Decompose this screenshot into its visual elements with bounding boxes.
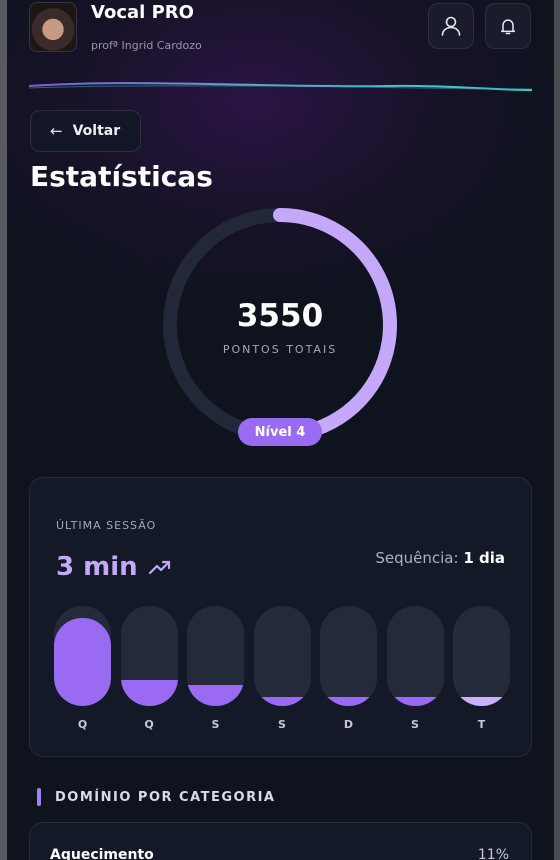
streak-label: Sequência: — [375, 549, 464, 567]
last-session-card: ÚLTIMA SESSÃO 3 min Sequência: 1 dia Q Q S… — [29, 477, 532, 757]
day-bar — [187, 606, 244, 706]
day-bar-fill — [253, 697, 311, 706]
profile-button[interactable] — [428, 3, 474, 49]
day-label: S — [211, 718, 220, 731]
day-bar-fill — [120, 680, 178, 706]
day-label: Q — [144, 718, 154, 731]
day-bar-fill — [54, 618, 111, 706]
day-bar-fill — [320, 697, 377, 706]
total-points-label: PONTOS TOTAIS — [222, 343, 338, 356]
day-bar-track — [320, 606, 377, 706]
voice-waveform — [29, 82, 532, 91]
day-bar-fill — [187, 685, 244, 706]
arrow-left-icon: ← — [50, 122, 63, 140]
day-bar-fill — [386, 697, 444, 706]
profile-icon — [441, 16, 461, 36]
day-bar-track — [54, 606, 111, 706]
last-session-label: ÚLTIMA SESSÃO — [56, 519, 157, 532]
day-bar-track — [187, 606, 244, 706]
day-bar — [453, 606, 510, 706]
weekly-activity-bars — [54, 606, 510, 706]
category-percent: 11% — [477, 847, 509, 860]
category-name: Aquecimento — [50, 847, 154, 860]
day-label: D — [343, 718, 354, 731]
window-frame-right — [554, 0, 560, 860]
page-title: Estatísticas — [30, 160, 213, 193]
day-bar-track — [386, 606, 444, 706]
day-bar — [120, 606, 178, 706]
app-screen: Vocal PRO profª Ingrid Cardozo ← Voltar … — [7, 0, 554, 860]
window-frame-left — [0, 0, 7, 860]
total-points-value: 3550 — [236, 298, 324, 334]
day-label: S — [278, 718, 286, 731]
day-label: T — [477, 718, 486, 731]
day-bar-track — [120, 606, 178, 706]
categories-section-title: DOMÍNIO POR CATEGORIA — [55, 790, 276, 805]
day-bar — [386, 606, 444, 706]
level-badge: Nível 4 — [238, 418, 322, 446]
avatar[interactable] — [29, 2, 77, 52]
back-label: Voltar — [72, 123, 121, 139]
trending-up-icon — [148, 560, 170, 575]
session-duration: 3 min — [56, 552, 172, 582]
teacher-name: profª Ingrid Cardozo — [91, 39, 202, 52]
day-bar-fill — [453, 697, 510, 706]
section-accent-bar — [37, 788, 41, 806]
day-bar-track — [453, 606, 510, 706]
back-button[interactable]: ← Voltar — [30, 110, 141, 152]
day-label: Q — [77, 718, 88, 731]
day-label: S — [411, 718, 419, 731]
notifications-button[interactable] — [485, 3, 531, 49]
app-header: Vocal PRO profª Ingrid Cardozo — [7, 0, 554, 70]
day-bar — [253, 606, 311, 706]
bell-icon — [501, 19, 515, 35]
day-bar — [320, 606, 377, 706]
streak-info: Sequência: 1 dia — [375, 549, 505, 567]
app-title: Vocal PRO — [91, 2, 194, 23]
day-bar — [54, 606, 111, 706]
streak-value: 1 dia — [463, 549, 505, 567]
category-card[interactable]: Aquecimento 11% — [29, 822, 532, 860]
session-duration-value: 3 min — [56, 552, 138, 582]
day-bar-track — [253, 606, 311, 706]
